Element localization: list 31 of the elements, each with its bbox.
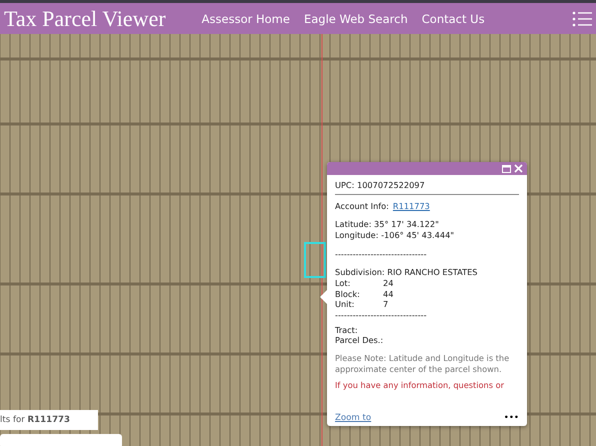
nav-link[interactable]: Assessor Home [202,12,290,26]
note-text: Please Note: Latitude and Longitude is the approximate center of the parcel shown. [335,352,510,374]
warning-text: If you have any information, questions or [335,380,505,391]
longitude-text: Longitude: -106° 45' 43.444" [335,230,456,241]
app-title: Tax Parcel Viewer [4,6,166,32]
field-value: 44 [383,288,394,300]
field-label: Lot: [335,278,352,289]
parcel-des-label: Parcel Des.: [335,335,384,346]
subdivision-text: Subdivision: RIO RANCHO ESTATES [335,267,478,278]
field-label: Block: [335,288,361,300]
zoom-to-link[interactable]: Zoom to [335,413,372,423]
field-value: 24 [383,278,394,289]
nav-link[interactable]: Contact Us [422,12,485,26]
account-link[interactable]: R111773 [392,200,430,212]
more-options[interactable]: ••• [504,413,519,423]
account-label: Account Info: [335,200,389,212]
results-text: lts for R111773 [0,415,70,425]
upc-text: UPC: 1007072522097 [335,180,426,191]
close-icon[interactable] [514,164,523,173]
maximize-icon[interactable] [502,164,511,172]
tract-label: Tract: [335,324,359,336]
separator-text: ------------------------------- [335,310,428,321]
separator-text: ------------------------------- [335,248,428,260]
parcel-outline [304,242,326,278]
field-label: Unit: [335,299,356,310]
latitude-text: Latitude: 35° 17' 34.122" [335,219,440,230]
nav-link[interactable]: Eagle Web Search [304,12,408,26]
popup-pointer [320,290,327,304]
field-value: 7 [383,299,390,310]
menu-icon[interactable] [572,10,592,26]
satellite-map[interactable] [0,34,596,446]
